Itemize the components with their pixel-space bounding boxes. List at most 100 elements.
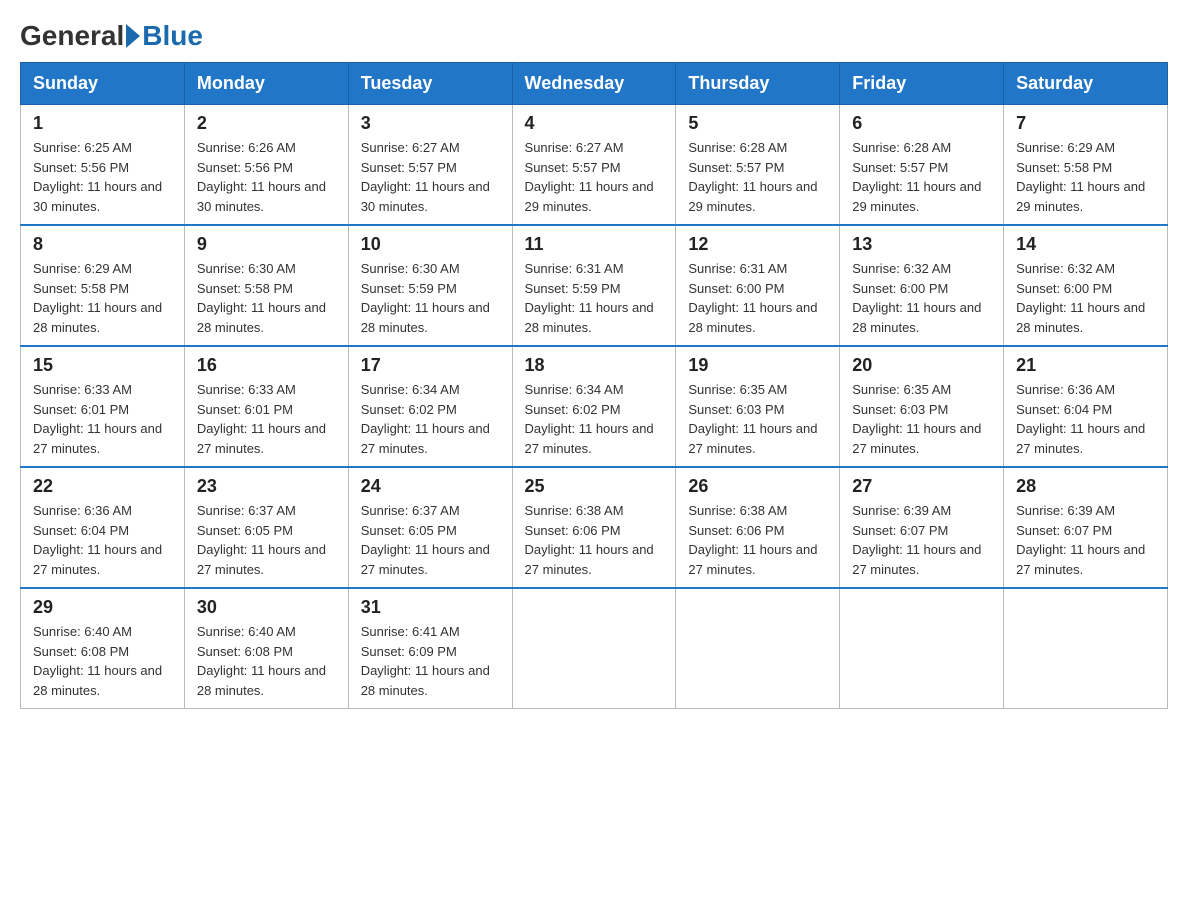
day-info: Sunrise: 6:31 AMSunset: 5:59 PMDaylight:… <box>525 259 664 337</box>
day-info: Sunrise: 6:32 AMSunset: 6:00 PMDaylight:… <box>852 259 991 337</box>
day-cell: 17 Sunrise: 6:34 AMSunset: 6:02 PMDayligh… <box>348 346 512 467</box>
day-info: Sunrise: 6:26 AMSunset: 5:56 PMDaylight:… <box>197 138 336 216</box>
day-number: 30 <box>197 597 336 618</box>
day-number: 14 <box>1016 234 1155 255</box>
day-info: Sunrise: 6:28 AMSunset: 5:57 PMDaylight:… <box>852 138 991 216</box>
day-info: Sunrise: 6:41 AMSunset: 6:09 PMDaylight:… <box>361 622 500 700</box>
day-info: Sunrise: 6:35 AMSunset: 6:03 PMDaylight:… <box>688 380 827 458</box>
weekday-header-saturday: Saturday <box>1004 63 1168 105</box>
day-cell: 23 Sunrise: 6:37 AMSunset: 6:05 PMDayligh… <box>184 467 348 588</box>
day-cell: 2 Sunrise: 6:26 AMSunset: 5:56 PMDaylight… <box>184 105 348 226</box>
weekday-header-thursday: Thursday <box>676 63 840 105</box>
day-number: 5 <box>688 113 827 134</box>
day-number: 19 <box>688 355 827 376</box>
day-number: 21 <box>1016 355 1155 376</box>
day-cell: 5Sunrise: 6:28 AMSunset: 5:57 PMDaylight… <box>676 105 840 226</box>
day-number: 7 <box>1016 113 1155 134</box>
day-cell: 22 Sunrise: 6:36 AMSunset: 6:04 PMDayligh… <box>21 467 185 588</box>
day-cell: 3 Sunrise: 6:27 AMSunset: 5:57 PMDaylight… <box>348 105 512 226</box>
day-info: Sunrise: 6:37 AMSunset: 6:05 PMDaylight:… <box>197 501 336 579</box>
logo-general-text: General <box>20 20 124 52</box>
day-cell: 25Sunrise: 6:38 AMSunset: 6:06 PMDayligh… <box>512 467 676 588</box>
day-info: Sunrise: 6:30 AMSunset: 5:59 PMDaylight:… <box>361 259 500 337</box>
weekday-header-friday: Friday <box>840 63 1004 105</box>
day-cell: 13 Sunrise: 6:32 AMSunset: 6:00 PMDayligh… <box>840 225 1004 346</box>
day-info: Sunrise: 6:27 AMSunset: 5:57 PMDaylight:… <box>525 138 664 216</box>
day-info: Sunrise: 6:40 AMSunset: 6:08 PMDaylight:… <box>197 622 336 700</box>
day-info: Sunrise: 6:29 AMSunset: 5:58 PMDaylight:… <box>1016 138 1155 216</box>
day-cell: 24 Sunrise: 6:37 AMSunset: 6:05 PMDayligh… <box>348 467 512 588</box>
day-number: 12 <box>688 234 827 255</box>
weekday-header-tuesday: Tuesday <box>348 63 512 105</box>
week-row-2: 8 Sunrise: 6:29 AMSunset: 5:58 PMDaylight… <box>21 225 1168 346</box>
day-cell: 19 Sunrise: 6:35 AMSunset: 6:03 PMDayligh… <box>676 346 840 467</box>
day-number: 15 <box>33 355 172 376</box>
day-cell: 26Sunrise: 6:38 AMSunset: 6:06 PMDayligh… <box>676 467 840 588</box>
day-number: 22 <box>33 476 172 497</box>
day-info: Sunrise: 6:30 AMSunset: 5:58 PMDaylight:… <box>197 259 336 337</box>
day-cell: 18 Sunrise: 6:34 AMSunset: 6:02 PMDayligh… <box>512 346 676 467</box>
week-row-3: 15 Sunrise: 6:33 AMSunset: 6:01 PMDayligh… <box>21 346 1168 467</box>
day-number: 18 <box>525 355 664 376</box>
day-number: 26 <box>688 476 827 497</box>
day-cell <box>512 588 676 709</box>
day-cell: 9Sunrise: 6:30 AMSunset: 5:58 PMDaylight… <box>184 225 348 346</box>
day-info: Sunrise: 6:36 AMSunset: 6:04 PMDaylight:… <box>33 501 172 579</box>
day-info: Sunrise: 6:29 AMSunset: 5:58 PMDaylight:… <box>33 259 172 337</box>
day-info: Sunrise: 6:34 AMSunset: 6:02 PMDaylight:… <box>525 380 664 458</box>
day-cell: 4 Sunrise: 6:27 AMSunset: 5:57 PMDaylight… <box>512 105 676 226</box>
day-number: 20 <box>852 355 991 376</box>
day-info: Sunrise: 6:32 AMSunset: 6:00 PMDaylight:… <box>1016 259 1155 337</box>
day-number: 23 <box>197 476 336 497</box>
day-cell: 21 Sunrise: 6:36 AMSunset: 6:04 PMDayligh… <box>1004 346 1168 467</box>
weekday-header-sunday: Sunday <box>21 63 185 105</box>
day-number: 25 <box>525 476 664 497</box>
day-cell: 29Sunrise: 6:40 AMSunset: 6:08 PMDayligh… <box>21 588 185 709</box>
day-number: 3 <box>361 113 500 134</box>
day-cell: 7 Sunrise: 6:29 AMSunset: 5:58 PMDaylight… <box>1004 105 1168 226</box>
day-number: 2 <box>197 113 336 134</box>
day-info: Sunrise: 6:36 AMSunset: 6:04 PMDaylight:… <box>1016 380 1155 458</box>
day-cell: 6Sunrise: 6:28 AMSunset: 5:57 PMDaylight… <box>840 105 1004 226</box>
day-number: 28 <box>1016 476 1155 497</box>
day-number: 17 <box>361 355 500 376</box>
day-cell <box>676 588 840 709</box>
day-cell: 8 Sunrise: 6:29 AMSunset: 5:58 PMDaylight… <box>21 225 185 346</box>
calendar-table: SundayMondayTuesdayWednesdayThursdayFrid… <box>20 62 1168 709</box>
day-cell: 27 Sunrise: 6:39 AMSunset: 6:07 PMDayligh… <box>840 467 1004 588</box>
week-row-1: 1Sunrise: 6:25 AMSunset: 5:56 PMDaylight… <box>21 105 1168 226</box>
day-number: 16 <box>197 355 336 376</box>
weekday-header-wednesday: Wednesday <box>512 63 676 105</box>
day-cell: 11 Sunrise: 6:31 AMSunset: 5:59 PMDayligh… <box>512 225 676 346</box>
day-info: Sunrise: 6:34 AMSunset: 6:02 PMDaylight:… <box>361 380 500 458</box>
day-number: 24 <box>361 476 500 497</box>
day-number: 31 <box>361 597 500 618</box>
page-header: General Blue <box>20 20 1168 52</box>
week-row-5: 29Sunrise: 6:40 AMSunset: 6:08 PMDayligh… <box>21 588 1168 709</box>
day-info: Sunrise: 6:33 AMSunset: 6:01 PMDaylight:… <box>33 380 172 458</box>
logo-arrow-icon <box>126 24 140 48</box>
weekday-header-row: SundayMondayTuesdayWednesdayThursdayFrid… <box>21 63 1168 105</box>
day-cell: 12 Sunrise: 6:31 AMSunset: 6:00 PMDayligh… <box>676 225 840 346</box>
day-cell: 20Sunrise: 6:35 AMSunset: 6:03 PMDayligh… <box>840 346 1004 467</box>
day-number: 4 <box>525 113 664 134</box>
day-number: 11 <box>525 234 664 255</box>
day-info: Sunrise: 6:27 AMSunset: 5:57 PMDaylight:… <box>361 138 500 216</box>
day-cell: 15 Sunrise: 6:33 AMSunset: 6:01 PMDayligh… <box>21 346 185 467</box>
day-cell: 31 Sunrise: 6:41 AMSunset: 6:09 PMDayligh… <box>348 588 512 709</box>
day-cell: 16Sunrise: 6:33 AMSunset: 6:01 PMDayligh… <box>184 346 348 467</box>
day-cell <box>840 588 1004 709</box>
day-number: 1 <box>33 113 172 134</box>
day-info: Sunrise: 6:39 AMSunset: 6:07 PMDaylight:… <box>852 501 991 579</box>
day-cell: 14 Sunrise: 6:32 AMSunset: 6:00 PMDayligh… <box>1004 225 1168 346</box>
day-number: 13 <box>852 234 991 255</box>
weekday-header-monday: Monday <box>184 63 348 105</box>
day-info: Sunrise: 6:37 AMSunset: 6:05 PMDaylight:… <box>361 501 500 579</box>
day-number: 8 <box>33 234 172 255</box>
day-info: Sunrise: 6:40 AMSunset: 6:08 PMDaylight:… <box>33 622 172 700</box>
logo: General Blue <box>20 20 203 52</box>
day-number: 27 <box>852 476 991 497</box>
day-info: Sunrise: 6:39 AMSunset: 6:07 PMDaylight:… <box>1016 501 1155 579</box>
day-info: Sunrise: 6:31 AMSunset: 6:00 PMDaylight:… <box>688 259 827 337</box>
week-row-4: 22 Sunrise: 6:36 AMSunset: 6:04 PMDayligh… <box>21 467 1168 588</box>
